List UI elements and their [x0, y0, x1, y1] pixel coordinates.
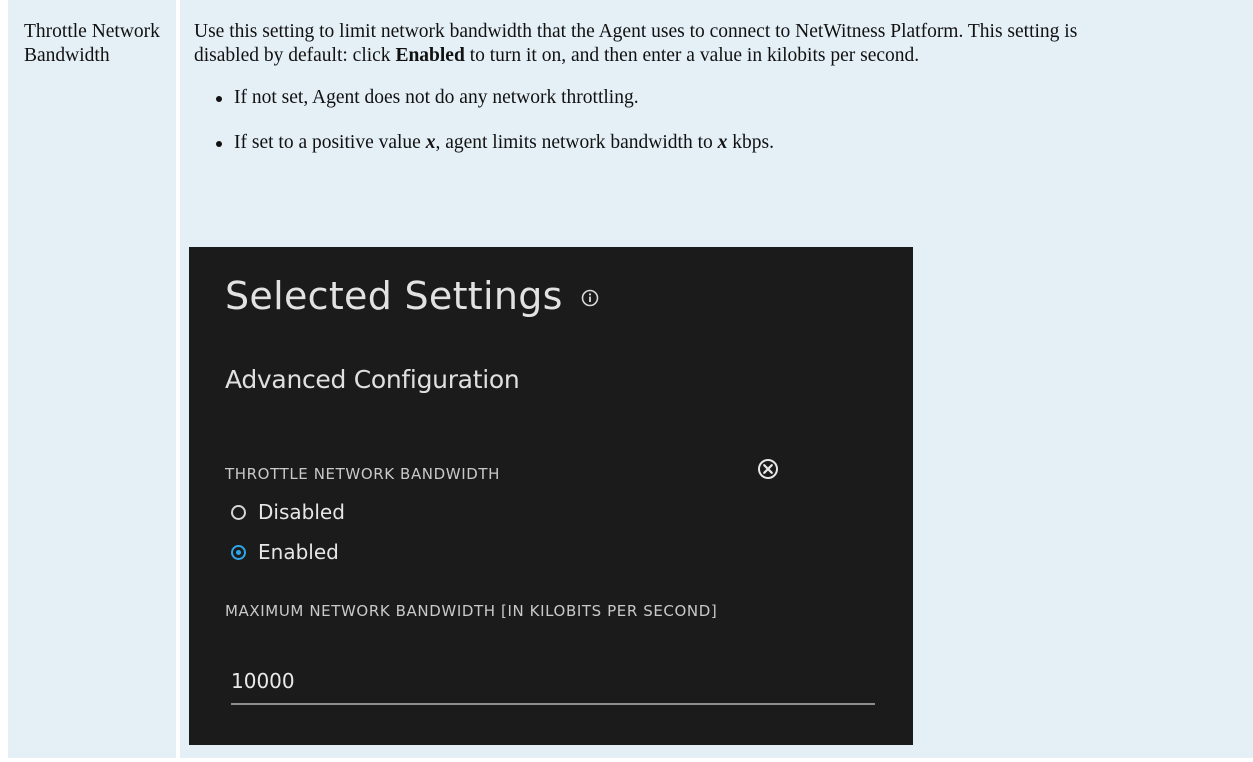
- selected-settings-screenshot: Selected Settings Advanced Configuration…: [189, 247, 913, 745]
- radio-disabled[interactable]: Disabled: [231, 500, 345, 524]
- enabled-term: Enabled: [395, 45, 465, 66]
- description-text: Use this setting to limit network bandwi…: [194, 21, 1078, 66]
- variable-x: x: [717, 132, 728, 153]
- max-bandwidth-label: MAXIMUM NETWORK BANDWIDTH [IN KILOBITS P…: [225, 602, 718, 620]
- radio-checked-icon[interactable]: [231, 544, 246, 560]
- parameter-cell: Throttle Network Bandwidth: [8, 0, 180, 758]
- panel-title: Selected Settings: [225, 274, 563, 318]
- bullet-list: If not set, Agent does not do any networ…: [194, 86, 1253, 155]
- throttle-setting-label: THROTTLE NETWORK BANDWIDTH: [225, 465, 501, 483]
- info-icon[interactable]: [581, 289, 599, 307]
- radio-disabled-label: Disabled: [258, 500, 345, 524]
- clear-icon[interactable]: [757, 458, 779, 480]
- radio-unchecked-icon[interactable]: [231, 504, 246, 520]
- radio-enabled[interactable]: Enabled: [231, 540, 339, 564]
- max-bandwidth-input[interactable]: [231, 665, 875, 705]
- bullet-positive-value: If set to a positive value x, agent limi…: [214, 131, 1253, 155]
- variable-x: x: [425, 132, 436, 153]
- section-title: Advanced Configuration: [225, 365, 520, 394]
- radio-enabled-label: Enabled: [258, 540, 339, 564]
- bullet-not-set: If not set, Agent does not do any networ…: [214, 86, 1253, 110]
- parameter-name: Throttle Network Bandwidth: [24, 21, 160, 66]
